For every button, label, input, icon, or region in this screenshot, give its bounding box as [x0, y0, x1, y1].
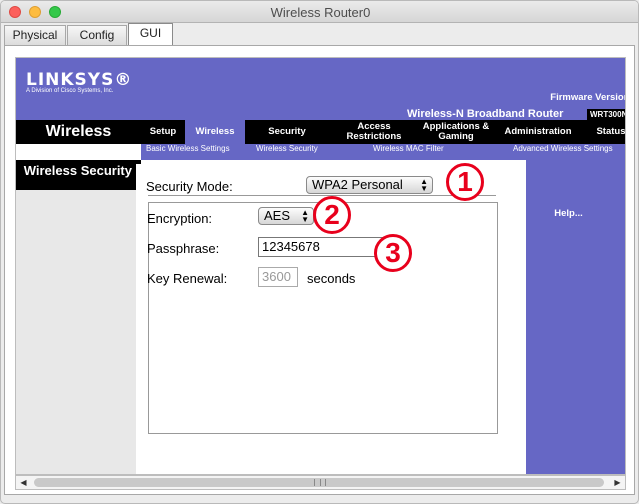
product-title: Wireless-N Broadband Router [407, 108, 564, 120]
scroll-right-icon[interactable]: ▶ [611, 476, 624, 489]
title-bar: Wireless Router0 [1, 1, 638, 23]
settings-group: Encryption: AES ▲ ▼ Passphrase: 12345678 … [147, 202, 498, 434]
annotation-marker-2: 2 [313, 196, 351, 234]
help-column-top [526, 154, 625, 164]
subnav-basic-wireless-settings[interactable]: Basic Wireless Settings [146, 144, 230, 154]
security-mode-value: WPA2 Personal [312, 177, 403, 192]
encryption-label: Encryption: [147, 211, 213, 226]
key-renewal-label: Key Renewal: [147, 271, 228, 286]
left-heading-bg: Wireless Security [16, 164, 136, 190]
nav-status[interactable]: Status [591, 120, 625, 144]
passphrase-input[interactable]: 12345678 [258, 237, 389, 257]
encryption-select[interactable]: AES ▲ ▼ [258, 207, 314, 225]
tab-physical[interactable]: Physical [4, 25, 66, 45]
key-renewal-unit: seconds [307, 271, 356, 286]
subnav-advanced-wireless-settings[interactable]: Advanced Wireless Settings [513, 144, 613, 154]
select-arrows-icon: ▲ ▼ [420, 177, 428, 193]
section-title: Wireless [45, 123, 112, 140]
window-title: Wireless Router0 [270, 5, 371, 20]
left-column [16, 164, 136, 474]
divider [148, 195, 496, 196]
horizontal-scrollbar[interactable]: ◀ ▶ [15, 475, 626, 490]
passphrase-label: Passphrase: [147, 241, 220, 256]
left-heading: Wireless Security [23, 163, 132, 178]
firmware-version: Firmware Version: v0.93.3 [550, 92, 625, 103]
key-renewal-input[interactable]: 3600 [258, 267, 298, 287]
scroll-grip-icon [314, 479, 326, 486]
nav-administration[interactable]: Administration [496, 120, 580, 144]
nav-access-restrictions[interactable]: Access Restrictions [334, 120, 414, 144]
page-header: LINKSYS® A Division of Cisco Systems, In… [16, 58, 625, 108]
router-window: Wireless Router0 Physical Config GUI LIN… [0, 0, 639, 504]
annotation-marker-3: 3 [374, 234, 412, 272]
product-model: WRT300N [587, 109, 625, 120]
select-arrows-icon: ▲ ▼ [301, 208, 309, 224]
tab-bar: Physical Config GUI [1, 23, 638, 46]
security-mode-label: Security Mode: [146, 179, 233, 194]
nav-setup[interactable]: Setup [141, 120, 185, 144]
subnav-wireless-security[interactable]: Wireless Security [256, 144, 318, 154]
nav-security[interactable]: Security [252, 120, 322, 144]
router-web-page: LINKSYS® A Division of Cisco Systems, In… [15, 57, 626, 475]
subnav-wireless-mac-filter[interactable]: Wireless MAC Filter [373, 144, 444, 154]
scroll-left-icon[interactable]: ◀ [17, 476, 30, 489]
tab-gui[interactable]: GUI [128, 23, 173, 46]
help-link[interactable]: Help... [526, 208, 611, 219]
linksys-logo-subtitle: A Division of Cisco Systems, Inc. [26, 88, 114, 94]
nav-applications-gaming[interactable]: Applications & Gaming [416, 120, 496, 144]
nav-wireless[interactable]: Wireless [185, 120, 245, 144]
tab-config[interactable]: Config [67, 25, 127, 45]
encryption-value: AES [264, 208, 291, 223]
product-bar: Wireless-N Broadband Router WRT300N [16, 108, 625, 120]
security-mode-select[interactable]: WPA2 Personal ▲ ▼ [306, 176, 433, 194]
scroll-thumb[interactable] [34, 478, 604, 487]
linksys-logo: LINKSYS® [26, 70, 133, 90]
annotation-marker-1: 1 [446, 163, 484, 201]
